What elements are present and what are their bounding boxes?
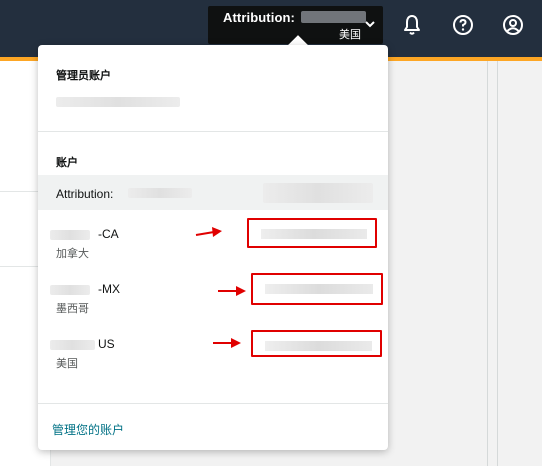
redacted-admin-account — [56, 97, 180, 107]
manage-accounts-link[interactable]: 管理您的账户 — [52, 421, 124, 438]
account-region: 墨西哥 — [56, 303, 89, 315]
red-arrow-icon — [213, 338, 241, 348]
divider — [38, 131, 388, 132]
account-name: -CA — [98, 227, 119, 241]
user-icon[interactable] — [501, 13, 525, 37]
chevron-down-icon — [365, 21, 375, 28]
red-arrow-icon — [195, 227, 222, 237]
redacted-account-name — [128, 188, 192, 198]
bell-icon[interactable] — [400, 13, 424, 37]
highlight-box-mx — [251, 273, 383, 305]
highlight-box-ca — [247, 218, 377, 248]
selected-account-row[interactable]: Attribution: — [38, 175, 388, 210]
account-switcher-label: Attribution: — [223, 10, 295, 25]
redacted-account-name — [301, 11, 366, 23]
admin-account-heading: 管理员账户 — [56, 70, 111, 82]
account-region: 美国 — [56, 358, 78, 370]
accounts-heading: 账户 — [56, 157, 78, 169]
account-dropdown-menu: 管理员账户 账户 Attribution: -CA 加拿大 -MX 墨西哥 US… — [38, 45, 388, 450]
redacted-account-id — [263, 183, 373, 203]
account-switcher-region: 美国 — [339, 29, 361, 41]
redacted-account-id — [265, 341, 372, 351]
account-name: -MX — [98, 282, 120, 296]
divider — [38, 403, 388, 404]
redacted-account-prefix — [50, 340, 95, 350]
redacted-account-id — [261, 229, 367, 239]
redacted-account-prefix — [50, 285, 90, 295]
highlight-box-us — [251, 330, 382, 357]
selected-account-label: Attribution: — [56, 187, 114, 201]
background-page-right — [387, 61, 542, 466]
account-name: US — [98, 337, 115, 351]
redacted-account-id — [265, 284, 373, 294]
account-region: 加拿大 — [56, 248, 89, 260]
help-icon[interactable] — [451, 13, 475, 37]
redacted-account-prefix — [50, 230, 90, 240]
red-arrow-icon — [218, 286, 246, 296]
